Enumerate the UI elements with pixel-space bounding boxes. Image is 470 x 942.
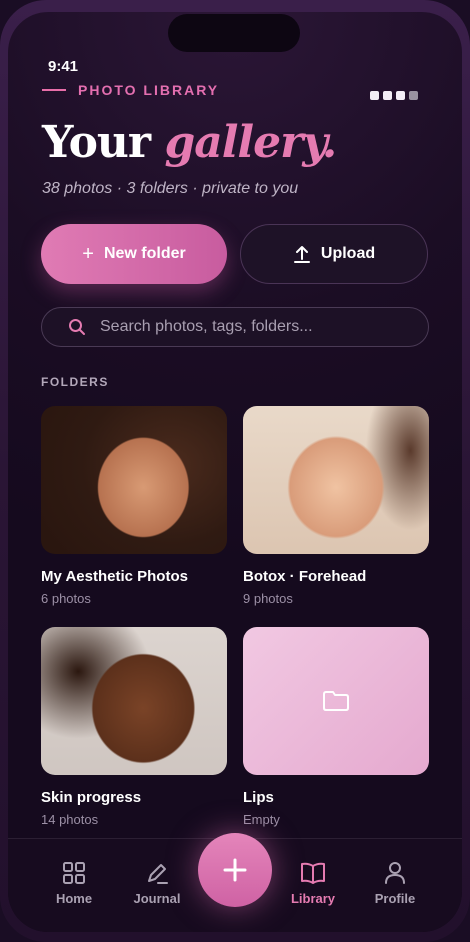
grid-icon bbox=[63, 862, 85, 884]
folder-card[interactable]: Botox · Forehead 9 photos bbox=[243, 406, 429, 606]
page-subtitle: 38 photos · 3 folders · private to you bbox=[42, 180, 299, 197]
folder-thumbnail bbox=[243, 627, 429, 775]
folder-title: My Aesthetic Photos bbox=[41, 568, 188, 585]
dynamic-island bbox=[168, 14, 300, 52]
search-icon bbox=[69, 319, 85, 335]
dot bbox=[370, 91, 379, 100]
nav-label: Library bbox=[290, 891, 336, 906]
nav-label: Home bbox=[55, 891, 93, 906]
search-bar[interactable] bbox=[41, 307, 429, 347]
folder-count: 14 photos bbox=[41, 812, 99, 827]
upload-label: Upload bbox=[320, 245, 376, 262]
book-icon bbox=[301, 862, 325, 884]
phone-frame: 9:41 PHOTO LIBRARY Your gallery. 38 phot… bbox=[0, 0, 470, 942]
plus-icon: + bbox=[82, 242, 94, 265]
new-folder-label: New folder bbox=[103, 245, 186, 262]
nav-library[interactable]: Library bbox=[278, 861, 348, 906]
add-button[interactable] bbox=[198, 833, 272, 907]
folder-thumbnail bbox=[41, 406, 227, 554]
pen-icon bbox=[148, 864, 168, 884]
title-accent: gallery. bbox=[164, 117, 337, 168]
folder-thumbnail bbox=[41, 627, 227, 775]
folder-count: Empty bbox=[243, 812, 280, 827]
more-dots-icon[interactable] bbox=[370, 91, 418, 100]
folder-count: 6 photos bbox=[41, 591, 91, 606]
folder-title: Lips bbox=[243, 789, 274, 806]
title-main: Your bbox=[42, 117, 151, 168]
person-icon bbox=[385, 862, 405, 884]
folder-title: Botox · Forehead bbox=[243, 568, 367, 585]
folder-card[interactable]: Lips Empty bbox=[243, 627, 429, 827]
dot bbox=[396, 91, 405, 100]
plus-icon bbox=[223, 858, 247, 882]
nav-label: Profile bbox=[374, 891, 416, 906]
nav-profile[interactable]: Profile bbox=[360, 861, 430, 906]
eyebrow-text: PHOTO LIBRARY bbox=[78, 82, 220, 98]
folder-icon bbox=[323, 691, 349, 711]
folder-title: Skin progress bbox=[41, 789, 142, 806]
folder-thumbnail bbox=[243, 406, 429, 554]
new-folder-button[interactable]: + New folder bbox=[41, 224, 227, 284]
nav-home[interactable]: Home bbox=[39, 861, 109, 906]
status-time: 9:41 bbox=[48, 58, 79, 75]
nav-label: Journal bbox=[133, 891, 181, 906]
upload-button[interactable]: Upload bbox=[240, 224, 428, 284]
folder-count: 9 photos bbox=[243, 591, 293, 606]
dot bbox=[409, 91, 418, 100]
dot bbox=[383, 91, 392, 100]
eyebrow-line bbox=[42, 89, 66, 91]
page-title: Your gallery. bbox=[42, 117, 337, 168]
folders-section-label: FOLDERS bbox=[41, 375, 109, 389]
bottom-nav: Home Journal Library Profile bbox=[8, 833, 462, 932]
screen: 9:41 PHOTO LIBRARY Your gallery. 38 phot… bbox=[8, 12, 462, 932]
folder-card[interactable]: My Aesthetic Photos 6 photos bbox=[41, 406, 227, 606]
eyebrow: PHOTO LIBRARY bbox=[42, 82, 219, 98]
nav-journal[interactable]: Journal bbox=[122, 861, 192, 906]
search-input[interactable] bbox=[98, 317, 402, 337]
folder-card[interactable]: Skin progress 14 photos bbox=[41, 627, 227, 827]
upload-icon bbox=[293, 246, 310, 263]
